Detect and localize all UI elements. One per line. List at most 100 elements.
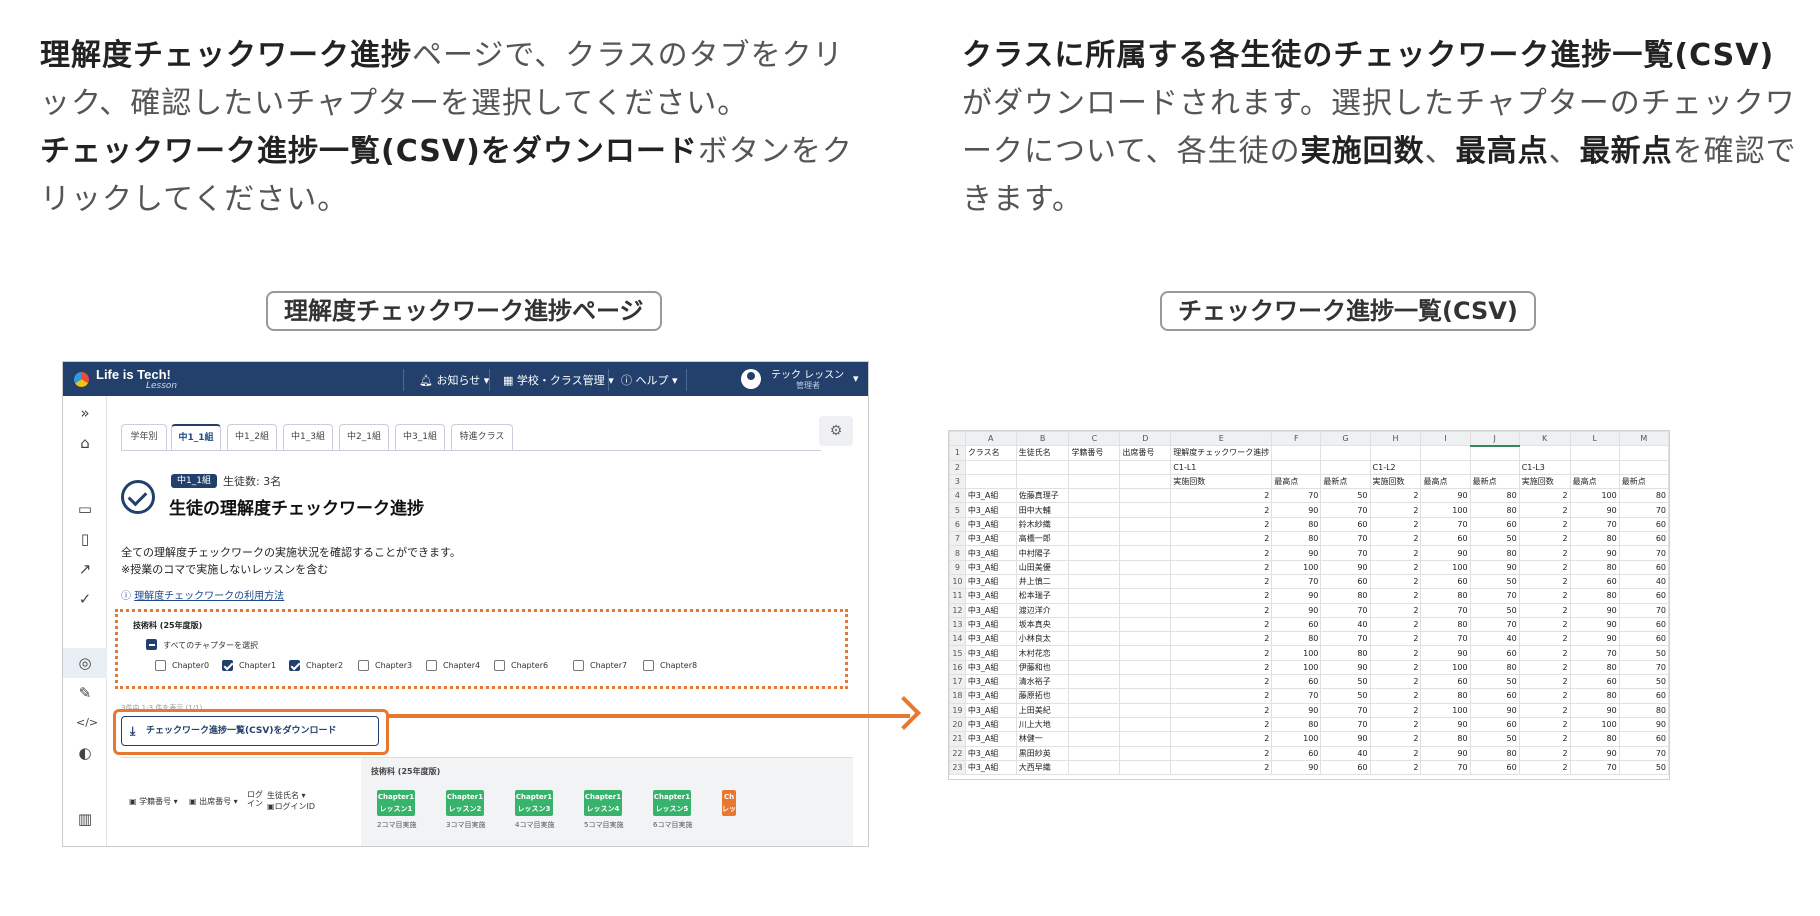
sheet-cell[interactable]: 2 (1170, 731, 1273, 747)
sheet-cell[interactable] (1119, 616, 1172, 633)
chapter-checkbox[interactable] (358, 660, 369, 671)
sheet-cell[interactable]: 90 (1420, 745, 1471, 761)
sheet-cell[interactable]: 理解度チェックワーク進捗 (1170, 445, 1273, 461)
sheet-cell[interactable]: 2 (1170, 602, 1273, 618)
sheet-cell[interactable] (1420, 445, 1471, 461)
sheet-cell[interactable] (1119, 573, 1172, 590)
sheet-cell[interactable]: 2 (1369, 688, 1422, 704)
sheet-cell[interactable]: 2 (1369, 616, 1422, 633)
sheet-cell[interactable]: 70 (1420, 631, 1471, 647)
sheet-cell[interactable] (1119, 674, 1172, 690)
sheet-cell[interactable]: 90 (1271, 602, 1322, 618)
sheet-cell[interactable]: 40 (1618, 573, 1669, 590)
sheet-cell[interactable]: 60 (1569, 674, 1620, 690)
sheet-cell[interactable]: クラス名 (964, 445, 1017, 461)
row-number[interactable]: 10 (949, 573, 966, 590)
sheet-cell[interactable]: 2 (1369, 516, 1422, 533)
sheet-cell[interactable]: 2 (1369, 631, 1422, 647)
sheet-cell[interactable]: 2 (1170, 573, 1273, 590)
column-header[interactable]: H (1369, 431, 1422, 447)
row-number[interactable]: 5 (949, 502, 966, 518)
lesson-chip[interactable]: Chapter1 レッスン5 (653, 790, 691, 816)
sheet-cell[interactable]: 松本瑞子 (1015, 588, 1070, 604)
sheet-cell[interactable] (1119, 659, 1172, 676)
sheet-cell[interactable]: 60 (1618, 559, 1669, 575)
sheet-cell[interactable] (1068, 645, 1121, 661)
sheet-cell[interactable]: 90 (1569, 745, 1620, 761)
sheet-cell[interactable]: 50 (1469, 573, 1520, 590)
sheet-cell[interactable] (1271, 459, 1322, 475)
sheet-cell[interactable] (1119, 531, 1172, 547)
check-circle-icon[interactable]: ◎ (76, 654, 94, 672)
sheet-cell[interactable] (1068, 702, 1121, 718)
sheet-cell[interactable]: 中3_A組 (964, 702, 1017, 718)
sheet-cell[interactable]: 高橋一郎 (1015, 531, 1070, 547)
sheet-cell[interactable]: 2 (1369, 545, 1422, 561)
sheet-cell[interactable]: 70 (1320, 631, 1371, 647)
sheet-cell[interactable] (1119, 688, 1172, 704)
sheet-cell[interactable] (1420, 459, 1471, 475)
sheet-cell[interactable]: 90 (1469, 559, 1520, 575)
sheet-cell[interactable] (1119, 631, 1172, 647)
sheet-cell[interactable]: 中3_A組 (964, 573, 1017, 590)
sheet-cell[interactable]: 60 (1420, 573, 1471, 590)
lesson-chip[interactable]: Chapter1 レッスン3 (515, 790, 553, 816)
sheet-cell[interactable]: 最高点 (1271, 473, 1322, 490)
sheet-cell[interactable]: 90 (1271, 545, 1322, 561)
sheet-cell[interactable] (1119, 602, 1172, 618)
row-number[interactable]: 3 (949, 473, 966, 490)
sheet-cell[interactable]: 80 (1469, 745, 1520, 761)
sheet-cell[interactable]: 中3_A組 (964, 531, 1017, 547)
sheet-cell[interactable]: 2 (1518, 516, 1571, 533)
sheet-cell[interactable]: 2 (1369, 716, 1422, 733)
sheet-cell[interactable]: 100 (1420, 502, 1471, 518)
sheet-cell[interactable]: 70 (1469, 588, 1520, 604)
column-header[interactable]: I (1420, 431, 1471, 447)
sheet-cell[interactable]: 2 (1518, 559, 1571, 575)
lesson-chip[interactable]: Chapter1 レッスン1 (377, 790, 415, 816)
sheet-cell[interactable]: 70 (1320, 716, 1371, 733)
sheet-cell[interactable]: 中3_A組 (964, 745, 1017, 761)
sheet-cell[interactable]: 50 (1469, 531, 1520, 547)
sheet-cell[interactable]: 2 (1170, 616, 1273, 633)
row-number[interactable]: 12 (949, 602, 966, 618)
sheet-cell[interactable]: 2 (1518, 616, 1571, 633)
sheet-cell[interactable]: 清水裕子 (1015, 674, 1070, 690)
sheet-cell[interactable]: 70 (1420, 602, 1471, 618)
row-number[interactable]: 19 (949, 702, 966, 718)
sheet-cell[interactable]: 2 (1369, 745, 1422, 761)
sheet-cell[interactable]: 2 (1518, 674, 1571, 690)
sheet-cell[interactable]: 70 (1320, 702, 1371, 718)
sheet-cell[interactable] (1469, 459, 1520, 475)
sheet-cell[interactable]: 80 (1420, 616, 1471, 633)
sheet-cell[interactable]: 最新点 (1618, 473, 1669, 490)
document-icon[interactable]: ▯ (76, 530, 94, 548)
column-header[interactable]: M (1618, 431, 1669, 447)
column-header[interactable]: B (1015, 431, 1070, 447)
sheet-cell[interactable]: 中3_A組 (964, 759, 1017, 776)
sheet-cell[interactable]: 70 (1569, 759, 1620, 776)
sheet-cell[interactable] (1469, 445, 1520, 461)
column-header[interactable]: C (1068, 431, 1121, 447)
sheet-cell[interactable]: 2 (1369, 488, 1422, 504)
sheet-cell[interactable] (1119, 731, 1172, 747)
sheet-cell[interactable] (1119, 559, 1172, 575)
sheet-cell[interactable] (1068, 459, 1121, 475)
sheet-cell[interactable]: 80 (1569, 531, 1620, 547)
column-header[interactable]: G (1320, 431, 1371, 447)
chevron-down-icon[interactable]: ▾ (853, 372, 859, 385)
sheet-cell[interactable]: 中3_A組 (964, 545, 1017, 561)
sheet-cell[interactable]: 70 (1469, 616, 1520, 633)
sheet-cell[interactable]: 90 (1271, 588, 1322, 604)
chapter-checkbox[interactable] (573, 660, 584, 671)
sheet-cell[interactable]: 90 (1569, 702, 1620, 718)
chapter-checkbox[interactable] (494, 660, 505, 671)
sheet-cell[interactable]: 木村花恋 (1015, 645, 1070, 661)
sheet-cell[interactable] (1068, 573, 1121, 590)
trend-icon[interactable]: ↗ (76, 560, 94, 578)
sheet-cell[interactable]: 40 (1320, 616, 1371, 633)
sheet-cell[interactable]: 中3_A組 (964, 674, 1017, 690)
sheet-cell[interactable]: 70 (1320, 602, 1371, 618)
sheet-cell[interactable]: 中3_A組 (964, 731, 1017, 747)
sheet-cell[interactable]: 2 (1518, 688, 1571, 704)
